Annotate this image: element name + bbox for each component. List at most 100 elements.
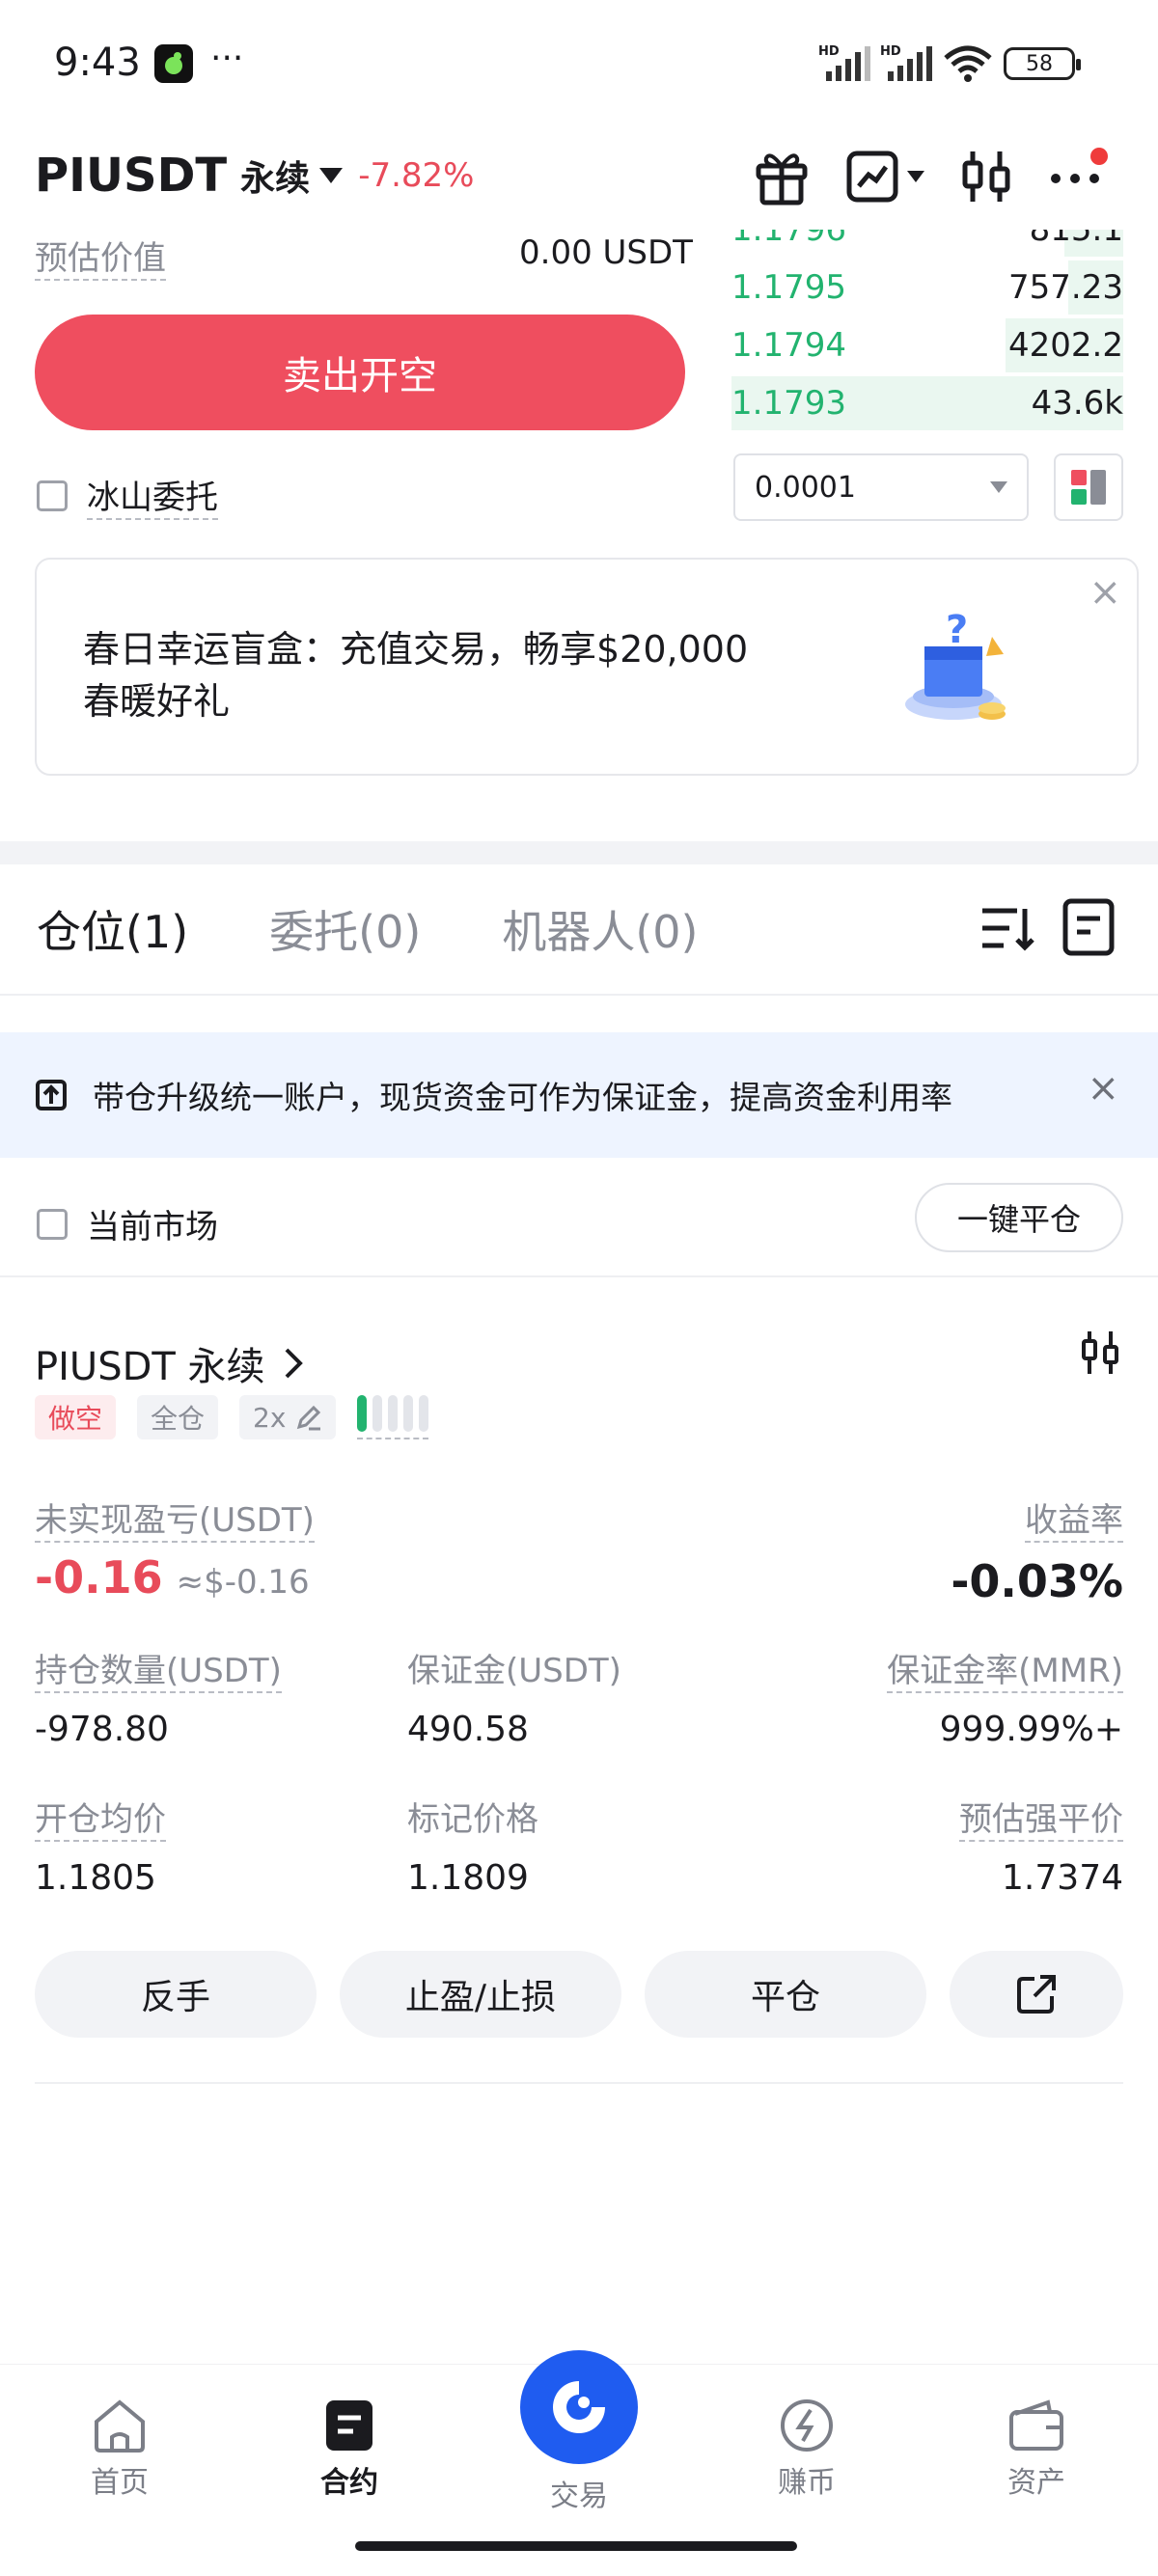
mmr-label: 保证金率(MMR): [887, 1644, 1123, 1693]
orderbook-row[interactable]: 1.1794 4202.2: [731, 316, 1123, 374]
share-icon: [1017, 1975, 1056, 2014]
iceberg-checkbox[interactable]: [37, 480, 68, 511]
chevron-right-icon: [285, 1348, 303, 1379]
nav-home[interactable]: 首页: [52, 2398, 187, 2562]
size-label: 持仓数量(USDT): [35, 1644, 282, 1693]
trade-fab[interactable]: [520, 2350, 638, 2464]
home-indicator: [355, 2541, 797, 2551]
mark-label: 标记价格: [407, 1800, 538, 1839]
caret-down-icon: [990, 481, 1007, 493]
position-symbol-link[interactable]: PIUSDT 永续: [35, 1335, 304, 1391]
futures-icon: [326, 2400, 372, 2451]
mark-value: 1.1809: [407, 1858, 529, 1898]
edit-icon: [297, 1405, 321, 1431]
orderbook-row[interactable]: 1.1793 43.6k: [731, 374, 1123, 432]
line-chart-icon: [846, 151, 898, 203]
chart-type-selector[interactable]: [845, 150, 924, 204]
price-change: -7.82%: [358, 156, 475, 195]
filter-divider: [0, 1275, 1158, 1277]
orderbook-price: 1.1793: [731, 384, 846, 423]
roi-value: -0.03%: [951, 1555, 1123, 1607]
pnl-value: -0.16: [35, 1551, 163, 1603]
entry-value: 1.1805: [35, 1858, 156, 1898]
candlestick-icon[interactable]: [959, 148, 1013, 206]
status-more-icon: ···: [210, 39, 244, 78]
caret-down-icon: [907, 171, 924, 182]
current-market-checkbox[interactable]: [37, 1208, 68, 1240]
close-icon[interactable]: ×: [1087, 1069, 1119, 1108]
notification-dot: [1090, 148, 1108, 165]
reverse-button[interactable]: 反手: [35, 1951, 317, 2038]
signal-icons: HD HD 58: [818, 44, 1081, 83]
promo-line-1: 春日幸运盲盒：充值交易，畅享$20,000: [83, 628, 749, 671]
leverage-tag[interactable]: 2x: [239, 1395, 337, 1439]
gift-icon[interactable]: [753, 147, 811, 206]
orderbook-row[interactable]: 1.1795 757.23: [731, 259, 1123, 316]
notice-text: 带仓升级统一账户，现货资金可作为保证金，提高资金利用率: [93, 1079, 952, 1116]
position-tabs: 仓位(1) 委托(0) 机器人(0): [37, 897, 699, 961]
orderbook-price: 1.1796: [731, 230, 846, 249]
blind-box-illustration: ?: [905, 608, 1006, 720]
orderbook-layout-button[interactable]: [1054, 453, 1123, 521]
svg-text:?: ?: [946, 608, 968, 652]
current-market-label: 当前市场: [87, 1208, 218, 1247]
adl-indicator: [357, 1395, 429, 1439]
candlestick-icon[interactable]: [1079, 1329, 1121, 1376]
wifi-icon: [944, 45, 992, 82]
nav-assets[interactable]: 资产: [969, 2398, 1104, 2562]
contract-type[interactable]: 永续: [240, 151, 310, 201]
leverage-value: 2x: [253, 1401, 287, 1434]
close-icon[interactable]: ×: [1089, 573, 1121, 612]
tab-bots[interactable]: 机器人(0): [502, 897, 698, 961]
adl-bar: [372, 1395, 383, 1432]
caret-down-icon[interactable]: [319, 168, 344, 183]
more-menu-icon[interactable]: [1048, 148, 1108, 204]
roi-label: 收益率: [1025, 1494, 1123, 1543]
promo-banner[interactable]: 春日幸运盲盒：充值交易，畅享$20,000 春暖好礼 ? ×: [35, 558, 1139, 776]
adl-bar: [357, 1395, 368, 1432]
adl-bar: [403, 1395, 414, 1432]
signal-icon: HD: [880, 44, 932, 83]
nav-trade[interactable]: 交易: [519, 2350, 639, 2514]
current-market-filter[interactable]: 当前市场: [37, 1200, 218, 1247]
tab-orders[interactable]: 委托(0): [269, 897, 421, 961]
close-position-button[interactable]: 平仓: [645, 1951, 926, 2038]
orderbook-row[interactable]: 1.1796 815.1: [731, 230, 1123, 259]
wallet-icon: [1009, 2399, 1063, 2451]
header-actions: [753, 143, 1108, 210]
unified-account-notice[interactable]: 带仓升级统一账户，现货资金可作为保证金，提高资金利用率 ×: [0, 1032, 1158, 1158]
orderbook-quantity: 757.23: [1008, 268, 1123, 307]
card-divider: [35, 2082, 1123, 2084]
liq-label: 预估强平价: [959, 1793, 1123, 1842]
nav-futures-label: 合约: [320, 2466, 378, 2500]
trade-icon: [553, 2381, 605, 2433]
pnl-usd-value: ≈$-0.16: [176, 1563, 310, 1602]
iceberg-option[interactable]: 冰山委托: [37, 471, 218, 520]
tab-positions[interactable]: 仓位(1): [37, 897, 188, 961]
symbol-title[interactable]: PIUSDT: [35, 149, 227, 203]
nav-earn-label: 赚币: [778, 2466, 836, 2500]
tp-sl-button[interactable]: 止盈/止损: [340, 1951, 621, 2038]
home-icon: [95, 2399, 145, 2453]
pnl-values: -0.16 ≈$-0.16: [35, 1551, 310, 1603]
sort-icon[interactable]: [979, 901, 1036, 955]
close-all-label: 一键平仓: [956, 1201, 1081, 1238]
earn-icon: [781, 2399, 833, 2452]
nav-home-label: 首页: [91, 2466, 149, 2500]
pnl-label: 未实现盈亏(USDT): [35, 1494, 315, 1543]
close-all-button[interactable]: 一键平仓: [915, 1183, 1123, 1252]
section-divider: [0, 841, 1158, 864]
orderbook-price: 1.1794: [731, 326, 846, 365]
nav-futures[interactable]: 合约: [282, 2398, 417, 2562]
nav-earn[interactable]: 赚币: [739, 2398, 874, 2562]
orderbook-price: 1.1795: [731, 268, 846, 307]
orderbook-quantity: 43.6k: [1031, 384, 1123, 423]
mmr-value: 999.99%+: [939, 1710, 1123, 1749]
precision-select[interactable]: 0.0001: [733, 453, 1029, 521]
nav-trade-label: 交易: [550, 2480, 608, 2513]
sell-short-button[interactable]: 卖出开空: [35, 315, 685, 430]
side-tag: 做空: [35, 1395, 117, 1439]
share-button[interactable]: [950, 1951, 1123, 2038]
adl-bar: [419, 1395, 429, 1432]
history-document-icon[interactable]: [1062, 897, 1116, 957]
